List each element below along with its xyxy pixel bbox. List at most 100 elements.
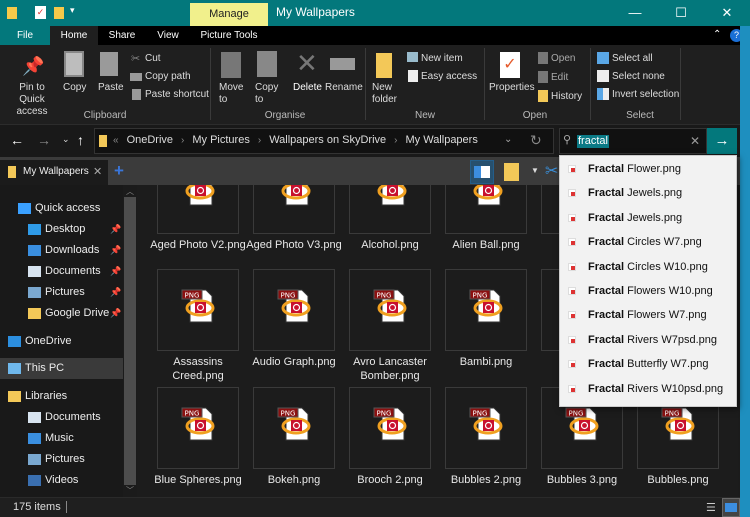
tab-picture-tools[interactable]: Picture Tools: [192, 26, 266, 45]
file-tile[interactable]: PNG: [445, 387, 527, 469]
preview-pane-button[interactable]: [470, 160, 494, 184]
customize-toolbar-icon[interactable]: ▾: [70, 5, 75, 16]
copy-to-button[interactable]: Copy to: [255, 82, 281, 106]
select-none-button[interactable]: Select none: [612, 71, 665, 82]
scroll-down-icon[interactable]: ﹀: [126, 485, 134, 496]
search-suggestion[interactable]: Fractal Rivers W10psd.png: [560, 377, 736, 401]
scroll-up-icon[interactable]: ︿: [126, 186, 134, 197]
sidebar-item-libraries[interactable]: Libraries: [0, 386, 123, 407]
dropdown-icon[interactable]: ▼: [531, 166, 539, 175]
clear-search-icon[interactable]: ✕: [690, 134, 700, 148]
address-bar[interactable]: « OneDrive › My Pictures › Wallpapers on S…: [94, 128, 554, 154]
file-tile[interactable]: PNG: [253, 387, 335, 469]
history-button[interactable]: History: [551, 91, 582, 102]
pin-quick-access-button[interactable]: Pin to Quick access: [6, 82, 58, 118]
search-suggestion[interactable]: Fractal Flowers W10.png: [560, 279, 736, 303]
search-suggestion[interactable]: Fractal Circles W7.png: [560, 230, 736, 254]
sidebar-item-desktop[interactable]: Desktop 📌: [0, 219, 123, 240]
sidebar-item-pictures[interactable]: Pictures: [0, 449, 123, 470]
new-folder-button[interactable]: New folder: [372, 82, 402, 106]
sidebar-item-videos[interactable]: Videos: [0, 470, 123, 491]
cut-icon[interactable]: ✂: [545, 161, 558, 181]
search-suggestion[interactable]: Fractal Flowers W7.png: [560, 303, 736, 327]
new-tab-icon[interactable]: +: [114, 161, 124, 181]
search-suggestion[interactable]: Fractal Jewels.png: [560, 206, 736, 230]
address-history-dropdown[interactable]: ⌄: [504, 134, 512, 145]
sidebar-item-documents[interactable]: Documents 📌: [0, 261, 123, 282]
invert-selection-button[interactable]: Invert selection: [612, 89, 679, 100]
svg-text:PNG: PNG: [473, 292, 488, 300]
tab-home[interactable]: Home: [50, 26, 98, 45]
file-tile[interactable]: PNG: [349, 185, 431, 234]
breadcrumb-onedrive[interactable]: OneDrive: [127, 134, 173, 146]
search-suggestion[interactable]: Fractal Jewels.png: [560, 181, 736, 205]
file-tile[interactable]: PNG: [445, 185, 527, 234]
search-text[interactable]: fractal: [577, 135, 609, 148]
search-suggestion[interactable]: Fractal Circles W10.png: [560, 255, 736, 279]
breadcrumb-my-pictures[interactable]: My Pictures: [192, 134, 249, 146]
new-item-button[interactable]: New item: [421, 53, 463, 64]
sidebar-item-pictures[interactable]: Pictures 📌: [0, 282, 123, 303]
properties-icon[interactable]: ✓: [35, 6, 46, 19]
details-pane-icon[interactable]: [504, 163, 519, 181]
back-button[interactable]: ←: [10, 132, 24, 148]
file-tile[interactable]: PNG: [157, 387, 239, 469]
file-tile[interactable]: PNG: [157, 185, 239, 234]
search-suggestion[interactable]: Fractal Butterfly W7.png: [560, 352, 736, 376]
file-tile[interactable]: PNG: [157, 269, 239, 351]
select-all-button[interactable]: Select all: [612, 53, 653, 64]
collapse-ribbon-icon[interactable]: ⌃: [713, 29, 721, 40]
large-icons-view-button[interactable]: [722, 498, 740, 517]
folder-tab[interactable]: My Wallpapers ✕: [0, 160, 108, 185]
search-input[interactable]: ⚲ fractal ✕: [559, 128, 707, 154]
move-to-button[interactable]: Move to: [219, 82, 245, 106]
edit-button[interactable]: Edit: [551, 72, 568, 83]
search-go-button[interactable]: →: [707, 128, 737, 154]
file-tile[interactable]: PNG: [253, 269, 335, 351]
rename-button[interactable]: Rename: [325, 82, 363, 93]
copy-path-button[interactable]: Copy path: [145, 71, 191, 82]
recent-locations-icon[interactable]: ⌄: [62, 134, 70, 145]
sidebar-item-onedrive[interactable]: OneDrive: [0, 331, 123, 352]
breadcrumb-separator[interactable]: ›: [181, 135, 184, 146]
breadcrumb-separator[interactable]: ›: [394, 135, 397, 146]
refresh-icon[interactable]: ↻: [530, 132, 542, 149]
sidebar-item-documents[interactable]: Documents: [0, 407, 123, 428]
open-button[interactable]: Open: [551, 53, 575, 64]
sidebar-item-this-pc[interactable]: This PC: [0, 358, 123, 379]
tab-view[interactable]: View: [146, 26, 190, 45]
tab-share[interactable]: Share: [100, 26, 144, 45]
breadcrumb-separator[interactable]: ›: [258, 135, 261, 146]
sidebar-item-quick-access[interactable]: Quick access: [0, 198, 123, 219]
breadcrumb-overflow[interactable]: «: [113, 135, 119, 146]
search-suggestion[interactable]: Fractal Rivers W7psd.png: [560, 328, 736, 352]
breadcrumb-wallpapers-on-skydrive[interactable]: Wallpapers on SkyDrive: [269, 134, 386, 146]
navigation-scrollbar-thumb[interactable]: [124, 197, 136, 485]
file-tile[interactable]: PNG: [349, 269, 431, 351]
cut-button[interactable]: Cut: [145, 53, 161, 64]
copy-button[interactable]: Copy: [63, 82, 86, 93]
sidebar-item-downloads[interactable]: Downloads 📌: [0, 240, 123, 261]
paste-button[interactable]: Paste: [98, 82, 124, 93]
close-tab-icon[interactable]: ✕: [93, 165, 102, 178]
tab-file[interactable]: File: [0, 26, 50, 45]
file-tile[interactable]: PNG: [253, 185, 335, 234]
paste-shortcut-button[interactable]: Paste shortcut: [145, 89, 209, 100]
easy-access-button[interactable]: Easy access: [421, 71, 477, 82]
search-suggestion[interactable]: Fractal Flower.png: [560, 157, 736, 181]
sidebar-item-google-drive[interactable]: Google Drive 📌: [0, 303, 123, 324]
minimize-icon[interactable]: —: [612, 0, 658, 26]
properties-button[interactable]: Properties: [489, 82, 535, 93]
maximize-icon[interactable]: ☐: [658, 0, 704, 26]
details-view-button[interactable]: ☰: [706, 501, 716, 514]
delete-button[interactable]: Delete: [293, 82, 322, 93]
file-tile[interactable]: PNG: [445, 269, 527, 351]
up-button[interactable]: ↑: [77, 132, 84, 148]
forward-button[interactable]: →: [37, 132, 51, 148]
breadcrumb-my-wallpapers[interactable]: My Wallpapers: [406, 134, 478, 146]
file-tile[interactable]: PNG: [349, 387, 431, 469]
sidebar-item-music[interactable]: Music: [0, 428, 123, 449]
new-folder-icon[interactable]: [54, 7, 64, 19]
tab-manage[interactable]: Manage: [190, 3, 268, 26]
close-icon[interactable]: ✕: [704, 0, 750, 26]
